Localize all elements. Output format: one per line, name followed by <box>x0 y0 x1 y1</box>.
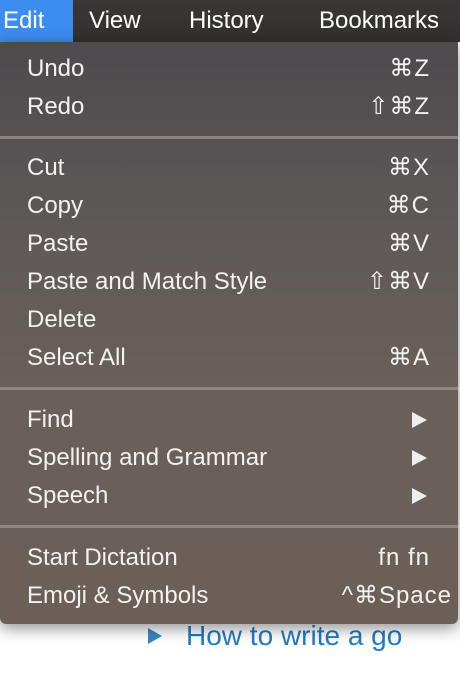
menu-item-delete[interactable]: Delete <box>0 301 458 339</box>
menu-item-emoji-symbols[interactable]: Emoji & Symbols ^⌘Space <box>0 577 458 615</box>
menu-edit[interactable]: Edit <box>0 0 73 42</box>
disclosure-arrow-icon <box>148 628 162 644</box>
menu-item-label: Spelling and Grammar <box>27 444 268 471</box>
menu-item-label: Delete <box>27 306 97 333</box>
menu-item-spelling-grammar[interactable]: Spelling and Grammar <box>0 439 458 477</box>
menu-history[interactable]: History <box>189 0 264 42</box>
menu-bar: Edit View History Bookmarks <box>0 0 460 42</box>
menu-item-paste[interactable]: Paste ⌘V <box>0 225 458 263</box>
menu-item-shortcut: ^⌘Space <box>341 582 452 609</box>
menu-item-shortcut: ⌘V <box>387 230 430 257</box>
menu-item-label: Start Dictation <box>27 544 178 571</box>
menu-item-shortcut: ⌘X <box>387 154 430 181</box>
menu-item-label: Redo <box>27 93 85 120</box>
menu-item-label: Find <box>27 406 74 433</box>
menu-item-label: Paste and Match Style <box>27 268 268 295</box>
menu-item-copy[interactable]: Copy ⌘C <box>0 187 458 225</box>
submenu-arrow-icon <box>412 412 427 428</box>
menu-bookmarks[interactable]: Bookmarks <box>319 0 439 42</box>
menu-item-cut[interactable]: Cut ⌘X <box>0 149 458 187</box>
menu-item-shortcut: ⇧⌘Z <box>368 93 430 120</box>
menu-item-label: Speech <box>27 482 109 509</box>
menu-item-undo[interactable]: Undo ⌘Z <box>0 50 458 88</box>
menu-item-label: Emoji & Symbols <box>27 582 209 609</box>
menu-item-shortcut: fn fn <box>378 544 430 571</box>
menu-item-label: Undo <box>27 55 85 82</box>
menu-separator <box>0 136 458 139</box>
menu-item-shortcut: ⌘Z <box>389 55 430 82</box>
menu-item-select-all[interactable]: Select All ⌘A <box>0 339 458 377</box>
menu-item-shortcut: ⌘C <box>386 192 430 219</box>
menu-item-shortcut: ⇧⌘V <box>366 268 430 295</box>
menu-separator <box>0 525 458 528</box>
menu-item-label: Cut <box>27 154 65 181</box>
article-link-text[interactable]: How to write a go <box>186 620 402 652</box>
menu-separator <box>0 387 458 390</box>
menu-item-find[interactable]: Find <box>0 401 458 439</box>
menu-item-label: Copy <box>27 192 84 219</box>
menu-item-redo[interactable]: Redo ⇧⌘Z <box>0 88 458 126</box>
menu-item-shortcut: ⌘A <box>387 344 430 371</box>
menu-view[interactable]: View <box>89 0 141 42</box>
submenu-arrow-icon <box>412 450 427 466</box>
menu-item-label: Select All <box>27 344 126 371</box>
menu-item-paste-match-style[interactable]: Paste and Match Style ⇧⌘V <box>0 263 458 301</box>
edit-menu-dropdown: Undo ⌘Z Redo ⇧⌘Z Cut ⌘X Copy ⌘C Paste ⌘V… <box>0 42 458 624</box>
submenu-arrow-icon <box>412 488 427 504</box>
menu-item-start-dictation[interactable]: Start Dictation fn fn <box>0 539 458 577</box>
menu-item-label: Paste <box>27 230 89 257</box>
menu-item-speech[interactable]: Speech <box>0 477 458 515</box>
